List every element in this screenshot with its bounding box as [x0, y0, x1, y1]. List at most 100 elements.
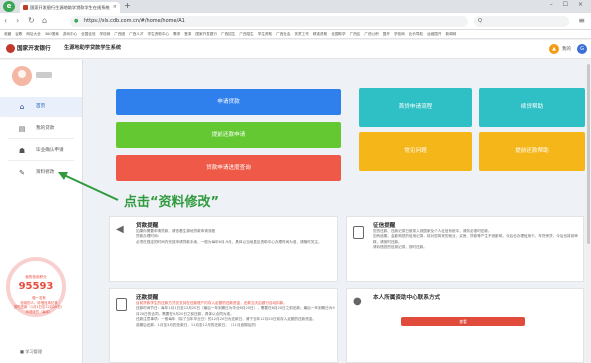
- sidebar-bottom-link[interactable]: ■ 学习管理: [20, 349, 42, 355]
- speaker-icon: ◀: [116, 224, 124, 235]
- logout-icon[interactable]: G: [577, 44, 587, 54]
- card-title: 本人所属资助中心联系方式: [373, 295, 441, 301]
- sidebar-item-label: 首页: [36, 104, 46, 109]
- new-tab-icon[interactable]: +: [124, 1, 131, 10]
- bookmark-item[interactable]: 学信网: [394, 32, 405, 36]
- bookmark-item[interactable]: 新闻网: [445, 32, 456, 36]
- bookmark-item[interactable]: 学生资助中心: [147, 32, 169, 36]
- sidebar-item-home[interactable]: ⌂ 首页: [0, 97, 82, 117]
- bookmark-item[interactable]: 游戏中心: [63, 32, 77, 36]
- card-line: 如有逾期，会影响您的信用记录，将对您将来的就业、买房、贷款等产生不良影响，今后也…: [373, 234, 578, 244]
- edit-icon: ✎: [19, 169, 25, 177]
- document-icon: ▤: [18, 125, 26, 133]
- loan-reminder-card: ◀ 贷款提醒 如果你需要申请贷款，请查看生源地贷款申请流程 贷款办理时间： 必须…: [109, 216, 338, 282]
- tab-favicon-icon: [23, 5, 28, 10]
- browser-tab[interactable]: 国家开发银行生源地助学贷款学生在线系统 ×: [20, 2, 120, 13]
- sidebar-item-my-loans[interactable]: ▤ 我的贷款: [0, 119, 82, 139]
- browser-toolbar: ‹ › ↻ ⌂ ● https://sls.cdb.com.cn/#/home/…: [0, 13, 591, 30]
- reload-icon[interactable]: ↻: [28, 16, 35, 25]
- user-icon: ●: [353, 296, 362, 307]
- early-repay-help-button[interactable]: 提前还款帮助: [479, 132, 585, 171]
- repay-reminder-card: 还款提醒 目前贷款学生的还款方式仅支持在还款账户内存入足额的还款资金，还款当天由…: [109, 288, 338, 363]
- search-input[interactable]: Q: [474, 16, 569, 27]
- tab-close-icon[interactable]: ×: [113, 2, 117, 13]
- sidebar-item-profile-edit[interactable]: ✎ 资料修改: [0, 163, 82, 183]
- sidebar: ⌂ 首页 ▤ 我的贷款 ☗ 毕业确认申请 ✎ 资料修改 我的信用积分 95593…: [0, 60, 83, 363]
- system-name: 生源地助学贷款学生系统: [64, 45, 122, 51]
- credit-label: 我的信用积分: [25, 275, 47, 279]
- early-repay-button[interactable]: 提前还款申请: [116, 122, 341, 148]
- browser-logo-icon[interactable]: e: [3, 1, 15, 12]
- browser-tabbar: e 国家开发银行生源地助学贷款学生在线系统 × + – ☐ ×: [0, 0, 591, 13]
- annotation-text: 点击“资料修改”: [124, 195, 220, 210]
- sidebar-item-label: 毕业确认申请: [36, 148, 64, 153]
- bookmark-item[interactable]: 比价导航: [409, 32, 423, 36]
- faq-button[interactable]: 常见问题: [359, 132, 472, 171]
- address-bar[interactable]: ● https://sls.cdb.com.cn/#/home/home/A1: [70, 16, 468, 27]
- card-body: 目前贷款学生的还款方式仅支持在还款账户内存入足额的还款资金，还款当天由银行自动扣…: [136, 301, 336, 328]
- card-title: 贷款提醒: [136, 223, 159, 229]
- calendar-icon: [116, 298, 127, 311]
- card-title: 征信提醒: [373, 223, 396, 229]
- bookmark-item[interactable]: 全国助学: [331, 32, 345, 36]
- card-body: 您的还款、还款记录已被录入到国家及个人征信系统中，请务必按时还款。 如有逾期，会…: [373, 229, 578, 251]
- bookmark-item[interactable]: 广西团: [114, 32, 125, 36]
- bookmark-item[interactable]: 国开: [383, 32, 390, 36]
- bookmark-item[interactable]: 广西招生: [239, 32, 253, 36]
- bank-name: 国家开发银行: [17, 46, 51, 52]
- user-avatar-icon[interactable]: ▲: [549, 44, 559, 54]
- menu-icon[interactable]: ≡: [578, 16, 585, 25]
- card-line: 逾期后还款：1月至3月的还款日，11月至12月的还款日，（11月逾期后的）: [136, 322, 259, 327]
- user-name[interactable]: 我的: [562, 46, 571, 52]
- graduation-icon: ☗: [18, 147, 26, 155]
- card-title: 还款提醒: [136, 295, 159, 301]
- bookmark-item[interactable]: 广西区: [350, 32, 361, 36]
- scrollbar[interactable]: [586, 60, 590, 363]
- tab-title: 国家开发银行生源地助学贷款学生在线系统: [30, 5, 110, 10]
- credit-score: 95593: [18, 281, 54, 292]
- sidebar-user-name: [36, 72, 52, 78]
- sidebar-item-label: 资料修改: [36, 170, 55, 175]
- back-icon[interactable]: ‹: [4, 16, 7, 25]
- url-text: https://sls.cdb.com.cn/#/home/home/A1: [84, 18, 185, 24]
- bookmark-item[interactable]: 国家开发银行: [195, 32, 217, 36]
- bookmark-item[interactable]: 收藏: [4, 32, 11, 36]
- card-line: 还款时间节日：每年1月1日至12月20日（最后一年到期日为毕业6月20日），需要…: [136, 306, 335, 316]
- bookmark-item[interactable]: 广西社会: [276, 32, 290, 36]
- bookmark-item[interactable]: 网址大全: [26, 32, 40, 36]
- first-loan-flow-button[interactable]: 首贷申请流程: [359, 88, 472, 127]
- credit-info-line: 申请续贷（每年）: [25, 309, 53, 314]
- bookmark-item[interactable]: 学信网: [100, 32, 111, 36]
- bookmark-item[interactable]: 广西人才: [129, 32, 143, 36]
- bookmark-item[interactable]: 全国征信: [81, 32, 95, 36]
- sidebar-item-graduation[interactable]: ☗ 毕业确认申请: [0, 141, 82, 161]
- bank-logo-icon: [6, 44, 15, 53]
- bookmark-item[interactable]: 广西公积: [364, 32, 378, 36]
- bookmark-item[interactable]: 谷歌: [15, 32, 22, 36]
- bookmark-item[interactable]: 广西招生: [221, 32, 235, 36]
- app-header: 国家开发银行 生源地助学贷款学生系统 ▲ 我的 G: [0, 40, 591, 59]
- view-contact-button[interactable]: 查看: [401, 317, 525, 326]
- progress-query-button[interactable]: 贷款申请进度查询: [116, 155, 341, 181]
- bookmark-item[interactable]: 学生资助: [258, 32, 272, 36]
- bookmark-item[interactable]: 运维国开: [427, 32, 441, 36]
- bookmark-item[interactable]: 扶贫工作: [294, 32, 308, 36]
- bookmark-item[interactable]: 登录: [184, 32, 191, 36]
- apply-loan-button[interactable]: 申请贷款: [116, 89, 341, 115]
- window-controls[interactable]: – ☐ ×: [550, 1, 587, 8]
- bookmark-item[interactable]: 精准资助: [313, 32, 327, 36]
- contact-card: ● 本人所属资助中心联系方式 查看: [346, 288, 584, 363]
- lock-icon: ●: [74, 18, 79, 24]
- card-line: 还款注意事项：一般每年（除了当年毕业日）的12月20日为还款日，请于当年12月2…: [136, 317, 317, 322]
- sidebar-item-label: 我的贷款: [36, 126, 55, 131]
- renew-help-button[interactable]: 续贷帮助: [479, 88, 585, 127]
- document-icon: [353, 226, 364, 239]
- credit-info: 做一名有 信用的人，珍惜信用记录 按时还款（1月1日至12月20日） 申请续贷（…: [4, 296, 74, 314]
- forward-icon[interactable]: ›: [16, 16, 19, 25]
- avatar: [12, 66, 32, 86]
- bookmarks-bar: 收藏 谷歌 网址大全 360搜索 游戏中心 全国征信 学信网 广西团 广西人才 学生资助中心 需求登…: [0, 30, 591, 39]
- bookmark-item[interactable]: 需求: [173, 32, 180, 36]
- credit-reminder-card: 征信提醒 您的还款、还款记录已被录入到国家及个人征信系统中，请务必按时还款。 如…: [346, 216, 584, 282]
- bookmark-item[interactable]: 360搜索: [45, 32, 59, 36]
- home-nav-icon[interactable]: ⌂: [42, 16, 47, 25]
